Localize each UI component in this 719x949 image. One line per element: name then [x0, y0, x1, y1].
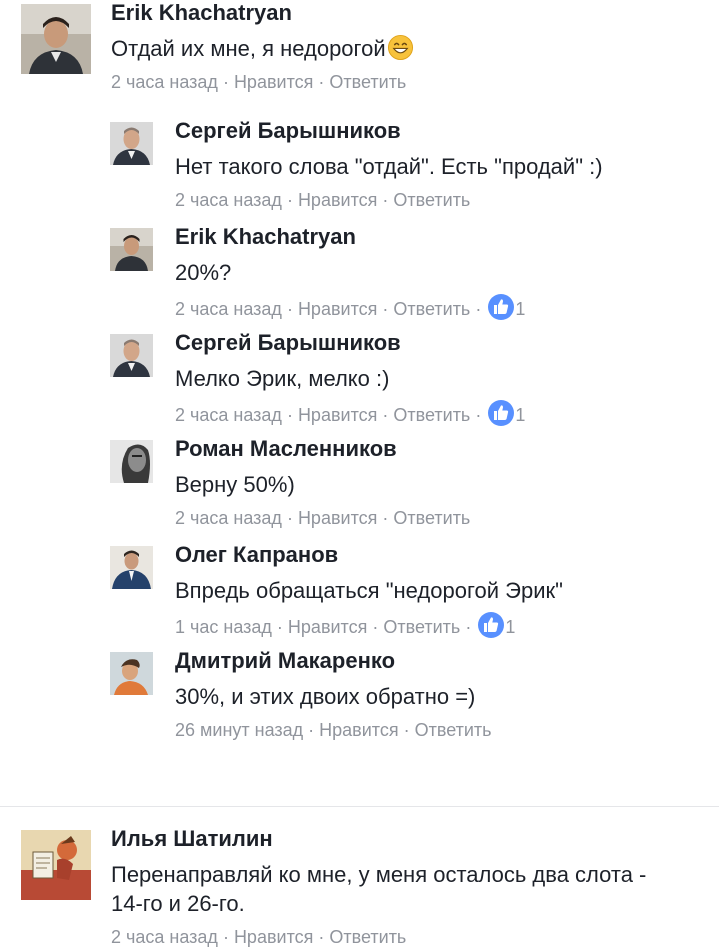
like-link[interactable]: Нравится	[298, 405, 377, 425]
avatar[interactable]	[110, 228, 153, 271]
avatar[interactable]	[21, 4, 91, 74]
comment-time[interactable]: 2 часа назад	[111, 927, 218, 947]
comment-author[interactable]: Илья Шатилин	[111, 826, 671, 852]
comment-author[interactable]: Роман Масленников	[175, 436, 470, 462]
comment-author[interactable]: Erik Khachatryan	[111, 0, 414, 26]
comment-meta: 2 часа назад · Нравится · Ответить	[175, 508, 471, 528]
comment-text: Нет такого слова "отдай". Есть "продай" …	[175, 154, 603, 179]
reply-link[interactable]: Ответить	[329, 927, 406, 947]
avatar-photo	[21, 4, 91, 74]
comment-time[interactable]: 26 минут назад	[175, 720, 303, 740]
thumbs-up-icon	[494, 299, 509, 314]
comment-time[interactable]: 2 часа назад	[175, 299, 282, 319]
avatar-photo	[110, 652, 153, 695]
avatar-photo	[110, 334, 153, 377]
avatar[interactable]	[21, 830, 91, 900]
grinning-face-emoji-icon	[387, 34, 413, 61]
comment-author[interactable]: Сергей Барышников	[175, 118, 603, 144]
avatar-photo	[110, 546, 153, 589]
comment-time[interactable]: 2 часа назад	[175, 508, 282, 528]
like-count: 1	[505, 617, 516, 637]
avatar[interactable]	[110, 440, 153, 483]
comment-time[interactable]: 2 часа назад	[175, 190, 282, 210]
reply-link[interactable]: Ответить	[329, 72, 406, 92]
comment-author[interactable]: Erik Khachatryan	[175, 224, 525, 250]
comment-text: Мелко Эрик, мелко :)	[175, 366, 390, 391]
comment-time[interactable]: 1 час назад	[175, 617, 272, 637]
thumbs-up-icon	[484, 617, 499, 632]
avatar-photo	[110, 122, 153, 165]
like-count: 1	[515, 405, 526, 425]
reply-link[interactable]: Ответить	[393, 190, 470, 210]
reply-link[interactable]: Ответить	[393, 405, 470, 425]
comment-text: 30%, и этих двоих обратно =)	[175, 684, 476, 709]
comment-meta: 1 час назад · Нравится · Ответить · 1	[175, 612, 563, 639]
comment-divider	[0, 806, 719, 807]
comment-text: Верну 50%)	[175, 472, 295, 497]
comment-author[interactable]: Дмитрий Макаренко	[175, 648, 492, 674]
avatar[interactable]	[110, 546, 153, 589]
reply-link[interactable]: Ответить	[383, 617, 460, 637]
like-link[interactable]: Нравится	[288, 617, 367, 637]
comment-meta: 2 часа назад · Нравится · Ответить · 1	[175, 294, 525, 321]
comment-time[interactable]: 2 часа назад	[175, 405, 282, 425]
comment-author[interactable]: Сергей Барышников	[175, 330, 525, 356]
like-link[interactable]: Нравится	[234, 72, 313, 92]
avatar[interactable]	[110, 652, 153, 695]
thumbs-up-icon	[494, 405, 509, 420]
comment-text: Отдай их мне, я недорогой	[111, 34, 414, 63]
avatar[interactable]	[110, 334, 153, 377]
like-reaction-badge[interactable]	[488, 400, 515, 426]
like-link[interactable]: Нравится	[319, 720, 398, 740]
like-link[interactable]: Нравится	[298, 190, 377, 210]
avatar-photo	[110, 440, 153, 483]
comment-meta: 2 часа назад · Нравится · Ответить	[111, 927, 407, 947]
like-link[interactable]: Нравится	[298, 508, 377, 528]
comment-text-content: Отдай их мне, я недорогой	[111, 36, 386, 61]
like-reaction-badge[interactable]	[478, 612, 505, 638]
comment-meta: 2 часа назад · Нравится · Ответить · 1	[175, 400, 525, 427]
comment-text: Перенаправляй ко мне, у меня осталось дв…	[111, 862, 647, 916]
like-link[interactable]: Нравится	[298, 299, 377, 319]
avatar-photo	[110, 228, 153, 271]
comment-text: Впредь обращаться "недорогой Эрик"	[175, 578, 563, 603]
reply-link[interactable]: Ответить	[415, 720, 492, 740]
avatar[interactable]	[110, 122, 153, 165]
avatar-photo	[21, 830, 91, 900]
comment-meta: 2 часа назад · Нравится · Ответить	[111, 72, 407, 92]
like-count: 1	[515, 299, 526, 319]
like-link[interactable]: Нравится	[234, 927, 313, 947]
comment-meta: 26 минут назад · Нравится · Ответить	[175, 720, 492, 740]
reply-link[interactable]: Ответить	[393, 299, 470, 319]
comment-author[interactable]: Олег Капранов	[175, 542, 563, 568]
like-reaction-badge[interactable]	[488, 294, 515, 320]
comment-time[interactable]: 2 часа назад	[111, 72, 218, 92]
comment-text: 20%?	[175, 260, 232, 285]
comment-meta: 2 часа назад · Нравится · Ответить	[175, 190, 471, 210]
reply-link[interactable]: Ответить	[393, 508, 470, 528]
